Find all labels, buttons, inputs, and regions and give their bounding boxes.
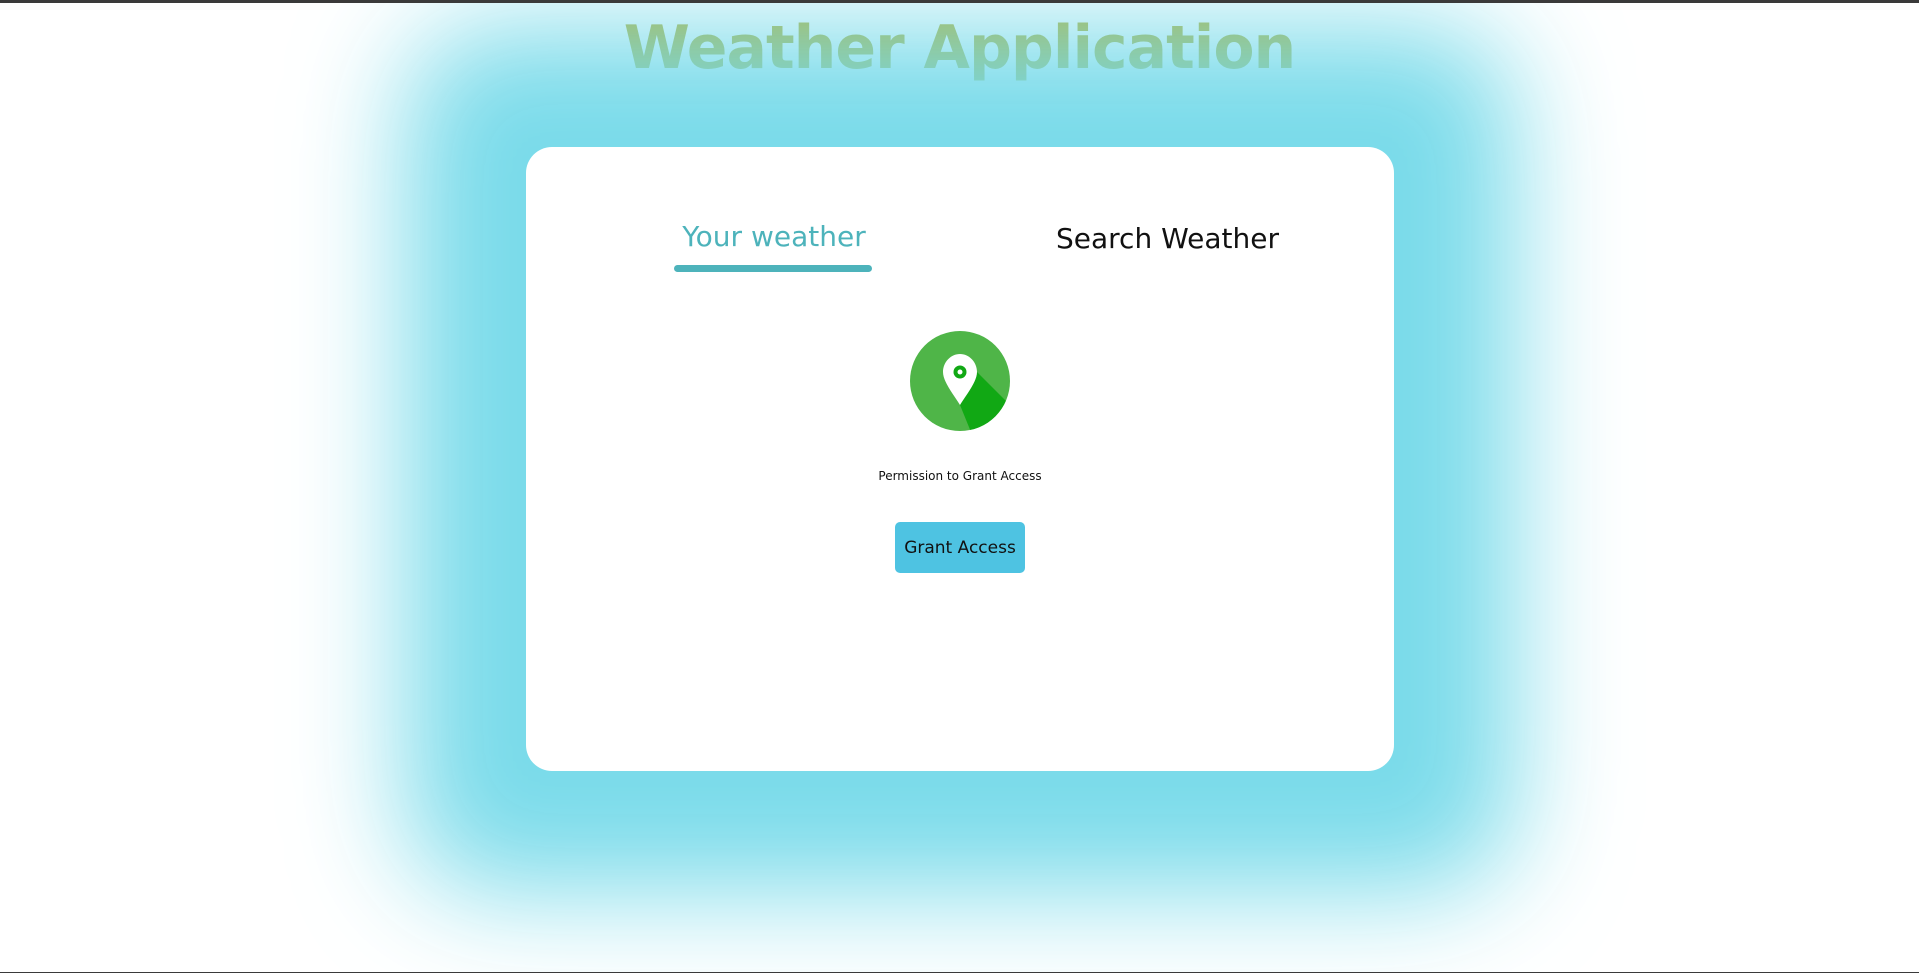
location-pin-icon-graphic [910, 331, 1010, 431]
grant-access-button[interactable]: Grant Access [895, 522, 1025, 573]
permission-message: Permission to Grant Access [878, 469, 1042, 483]
tab-bar: Your weather Search Weather [526, 217, 1394, 297]
location-pin-icon [910, 331, 1010, 431]
app-page: Weather Application Your weather Search … [0, 0, 1919, 973]
weather-card: Your weather Search Weather Permission t… [526, 147, 1394, 771]
tab-your-weather[interactable]: Your weather [674, 220, 874, 253]
tab-search-weather[interactable]: Search Weather [1056, 222, 1279, 255]
page-title: Weather Application [623, 13, 1297, 83]
active-tab-indicator [674, 265, 872, 272]
